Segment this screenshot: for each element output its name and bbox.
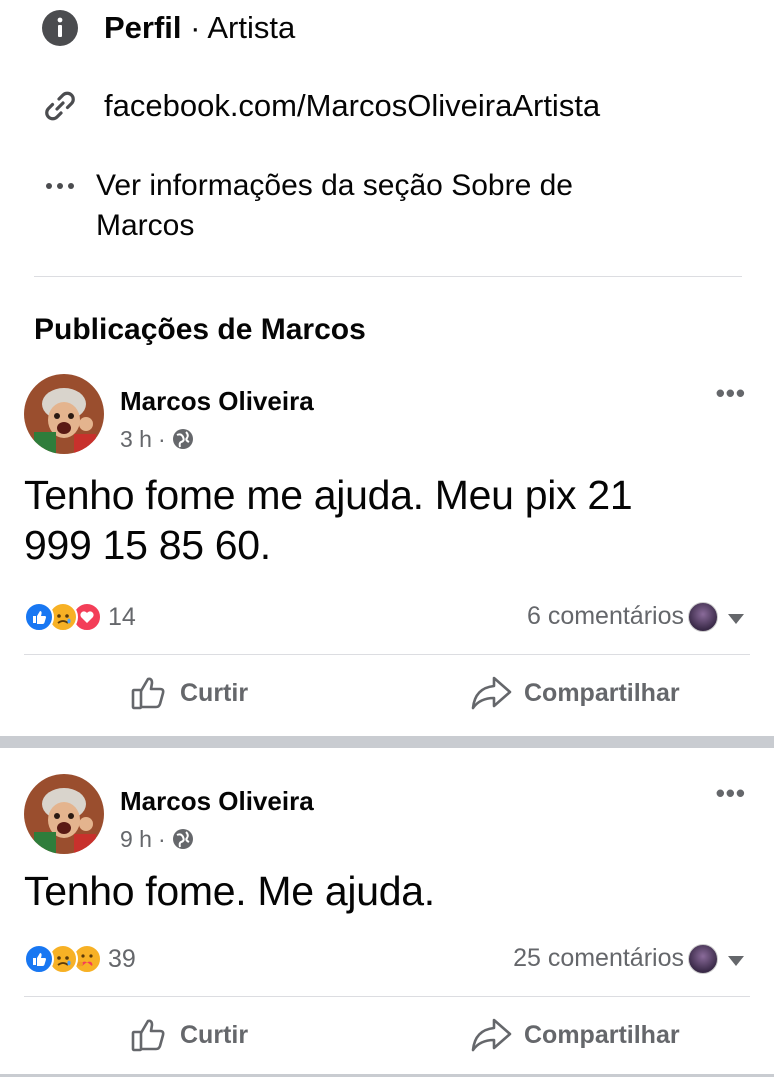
post-author[interactable]: Marcos Oliveira bbox=[120, 784, 314, 818]
like-reaction-icon bbox=[24, 602, 54, 632]
share-button-label: Compartilhar bbox=[524, 1020, 680, 1049]
post-text: Tenho fome. Me ajuda. bbox=[24, 866, 724, 916]
chevron-down-icon[interactable] bbox=[728, 614, 744, 624]
profile-type-value: Artista bbox=[207, 10, 296, 45]
post-text-line2: 999 15 85 60. bbox=[24, 522, 271, 568]
like-button[interactable]: Curtir bbox=[130, 1016, 248, 1054]
post-options-icon[interactable]: ••• bbox=[716, 778, 746, 809]
about-link-line1: Ver informações da seção Sobre de bbox=[96, 169, 573, 202]
comments-count[interactable]: 6 comentários bbox=[527, 602, 684, 631]
meta-dot: · bbox=[157, 426, 166, 452]
like-button-label: Curtir bbox=[180, 678, 249, 707]
about-link-line2: Marcos bbox=[96, 209, 195, 242]
share-button[interactable]: Compartilhar bbox=[470, 1016, 680, 1054]
viewer-avatar[interactable] bbox=[688, 602, 718, 632]
profile-type-separator: · bbox=[181, 10, 208, 45]
post-options-icon[interactable]: ••• bbox=[716, 378, 746, 409]
post-separator bbox=[0, 736, 774, 748]
post-text-line1: Tenho fome me ajuda. Meu pix 21 bbox=[24, 472, 633, 518]
avatar[interactable] bbox=[24, 374, 104, 454]
post-time[interactable]: 9 h bbox=[120, 824, 152, 854]
action-divider bbox=[24, 654, 750, 655]
post-text: Tenho fome me ajuda. Meu pix 21 999 15 8… bbox=[24, 470, 724, 570]
post-meta: 9 h · bbox=[120, 824, 194, 854]
share-icon bbox=[470, 1016, 512, 1054]
reaction-count: 39 bbox=[108, 944, 136, 973]
like-reaction-icon bbox=[24, 944, 54, 974]
profile-type-label: Perfil bbox=[104, 10, 182, 45]
share-icon bbox=[470, 674, 512, 712]
globe-icon bbox=[172, 428, 194, 450]
post-author[interactable]: Marcos Oliveira bbox=[120, 384, 314, 418]
like-button[interactable]: Curtir bbox=[130, 674, 248, 712]
share-button[interactable]: Compartilhar bbox=[470, 674, 680, 712]
posts-section-title: Publicações de Marcos bbox=[34, 313, 366, 346]
share-button-label: Compartilhar bbox=[524, 678, 680, 707]
viewer-avatar[interactable] bbox=[688, 944, 718, 974]
avatar[interactable] bbox=[24, 774, 104, 854]
globe-icon bbox=[172, 828, 194, 850]
thumbs-up-icon bbox=[130, 674, 168, 712]
reactions-summary[interactable]: 39 bbox=[24, 942, 136, 976]
meta-dot: · bbox=[157, 826, 166, 852]
more-dots-icon bbox=[40, 166, 80, 206]
post-time[interactable]: 3 h bbox=[120, 424, 152, 454]
comments-count[interactable]: 25 comentários bbox=[513, 944, 684, 973]
link-icon bbox=[40, 86, 80, 126]
chevron-down-icon[interactable] bbox=[728, 956, 744, 966]
action-divider bbox=[24, 996, 750, 997]
like-button-label: Curtir bbox=[180, 1020, 249, 1049]
reaction-count: 14 bbox=[108, 602, 136, 631]
thumbs-up-icon bbox=[130, 1016, 168, 1054]
info-icon bbox=[40, 8, 80, 48]
profile-type: Perfil · Artista bbox=[104, 8, 295, 48]
profile-link[interactable]: facebook.com/MarcosOliveiraArtista bbox=[104, 86, 600, 126]
about-link[interactable]: Ver informações da seção Sobre de Marcos bbox=[96, 166, 573, 246]
reactions-summary[interactable]: 14 bbox=[24, 600, 136, 634]
post-meta: 3 h · bbox=[120, 424, 194, 454]
post-text-line1: Tenho fome. Me ajuda. bbox=[24, 868, 435, 914]
section-divider bbox=[34, 276, 742, 277]
